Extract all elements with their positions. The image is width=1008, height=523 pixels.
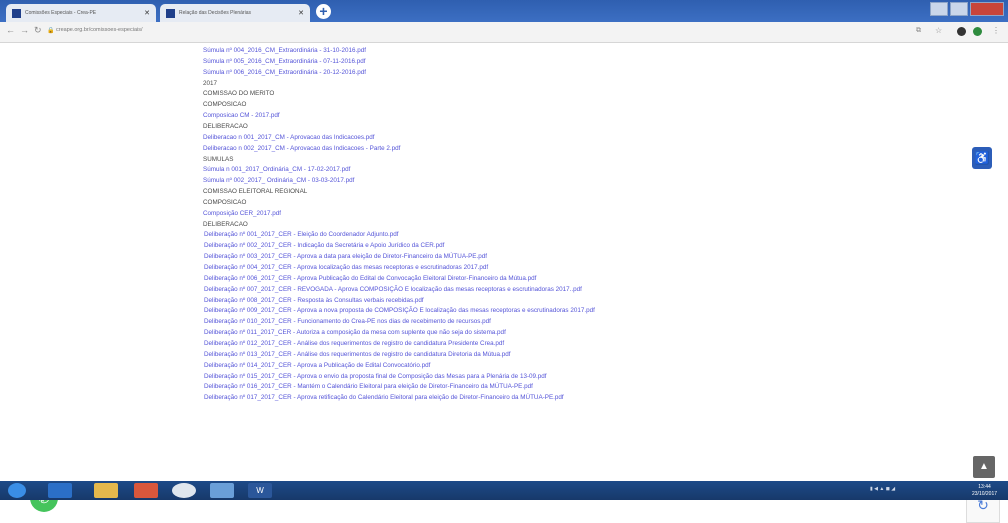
- browser-tab-strip: Comissões Especiais - Crea-PE ✕ Relação …: [0, 0, 1008, 22]
- document-link[interactable]: Deliberação nº 001_2017_CER - Eleição do…: [204, 230, 399, 240]
- document-link[interactable]: Deliberação nº 011_2017_CER - Autoriza a…: [204, 328, 506, 338]
- document-link[interactable]: Deliberacao n 002_2017_CM - Aprovacao da…: [203, 144, 400, 154]
- document-link[interactable]: Deliberação nº 013_2017_CER - Análise do…: [204, 350, 510, 360]
- browser-tab-comissoes[interactable]: Comissões Especiais - Crea-PE ✕: [6, 4, 156, 22]
- media-player-icon[interactable]: [134, 483, 158, 498]
- section-heading: COMPOSICAO: [203, 101, 247, 109]
- url-field[interactable]: creape.org.br/comissoes-especiais/: [56, 27, 143, 33]
- clock-time: 13:44: [978, 484, 991, 490]
- document-link[interactable]: Deliberação nº 008_2017_CER - Resposta à…: [204, 296, 424, 306]
- word-icon[interactable]: W: [248, 483, 272, 498]
- tab-title: Comissões Especiais - Crea-PE: [25, 10, 97, 16]
- section-heading: 2017: [203, 79, 218, 87]
- clock-date: 23/10/2017: [972, 491, 998, 497]
- document-link[interactable]: Deliberação nº 003_2017_CER - Aprova a d…: [204, 252, 487, 262]
- section-heading: DELIBERACAO: [203, 122, 248, 130]
- extension-icon[interactable]: [957, 27, 966, 36]
- chrome-icon[interactable]: [172, 483, 196, 498]
- window-close-button[interactable]: [970, 2, 1004, 16]
- document-link[interactable]: Deliberação nº 002_2017_CER - Indicação …: [204, 241, 444, 251]
- taskbar: W ▮ ◀ ▲ ◼ ◢ 13:44 23/10/2017: [0, 481, 1008, 500]
- document-link[interactable]: Deliberação nº 015_2017_CER - Aprova o e…: [204, 372, 547, 382]
- lock-icon: 🔒: [47, 28, 55, 34]
- minimize-button[interactable]: [930, 2, 948, 16]
- profile-icon[interactable]: [973, 27, 982, 36]
- clock: 13:44 23/10/2017: [972, 484, 997, 498]
- menu-dots-icon[interactable]: ⋮: [992, 26, 1000, 35]
- tab-title: Relação das Decisões Plenárias: [179, 10, 251, 16]
- internet-explorer-icon[interactable]: [48, 483, 72, 498]
- translate-icon[interactable]: ⧉: [916, 27, 921, 35]
- file-explorer-icon[interactable]: [94, 483, 118, 498]
- accessibility-icon[interactable]: ♿: [972, 147, 992, 169]
- document-link[interactable]: Composição CER_2017.pdf: [203, 209, 281, 219]
- start-button[interactable]: [8, 483, 26, 498]
- new-tab-button[interactable]: +: [316, 4, 331, 19]
- close-icon[interactable]: ✕: [144, 9, 150, 17]
- browser-tab-decisoes[interactable]: Relação das Decisões Plenárias ✕: [160, 4, 310, 22]
- document-link[interactable]: Deliberacao n 001_2017_CM - Aprovacao da…: [203, 133, 375, 143]
- document-link[interactable]: Súmula nº 002_2017_ Ordinária_CM - 03-03…: [203, 176, 354, 186]
- bookmark-star-icon[interactable]: ☆: [935, 26, 942, 35]
- document-link[interactable]: Deliberação nº 009_2017_CER - Aprova a n…: [204, 306, 595, 316]
- back-arrow-icon[interactable]: ←: [6, 25, 15, 35]
- document-link[interactable]: Deliberação nº 012_2017_CER - Análise do…: [204, 339, 504, 349]
- document-link[interactable]: Súmula n 001_2017_Ordinária_CM - 17-02-2…: [203, 165, 350, 175]
- close-icon[interactable]: ✕: [298, 9, 304, 17]
- document-link[interactable]: Súmula nº 005_2016_CM_Extraordinária - 0…: [203, 57, 366, 67]
- section-heading: COMISSAO ELEITORAL REGIONAL: [203, 188, 308, 196]
- section-heading: COMISSAO DO MERITO: [203, 90, 275, 98]
- forward-arrow-icon[interactable]: →: [20, 25, 29, 35]
- page-content: Súmula nº 004_2016_CM_Extraordinária - 3…: [0, 43, 1008, 523]
- document-link[interactable]: Deliberação nº 016_2017_CER - Mantém o C…: [204, 382, 533, 392]
- document-link[interactable]: Composicao CM - 2017.pdf: [203, 111, 280, 121]
- crea-favicon-icon: [166, 8, 175, 18]
- document-link[interactable]: Deliberação nº 010_2017_CER - Funcioname…: [204, 317, 491, 327]
- document-link[interactable]: Deliberação nº 007_2017_CER - REVOGADA -…: [204, 285, 582, 295]
- reload-icon[interactable]: ↻: [34, 25, 42, 36]
- document-link[interactable]: Súmula nº 004_2016_CM_Extraordinária - 3…: [203, 46, 366, 56]
- system-tray-icons[interactable]: ▮ ◀ ▲ ◼ ◢: [870, 486, 895, 492]
- scroll-to-top-button[interactable]: ▲: [973, 456, 995, 478]
- address-toolbar: ← → ↻ 🔒 creape.org.br/comissoes-especiai…: [0, 22, 1008, 43]
- document-link[interactable]: Deliberação nº 014_2017_CER - Aprova a P…: [204, 361, 430, 371]
- document-link[interactable]: Deliberação nº 017_2017_CER - Aprova ret…: [204, 393, 564, 403]
- section-heading: SUMULAS: [203, 155, 234, 163]
- section-heading: COMPOSICAO: [203, 198, 247, 206]
- document-link[interactable]: Súmula nº 006_2016_CM_Extraordinária - 2…: [203, 68, 366, 78]
- maximize-button[interactable]: [950, 2, 968, 16]
- document-link[interactable]: Deliberação nº 004_2017_CER - Aprova loc…: [204, 263, 488, 273]
- section-heading: DELIBERACAO: [203, 220, 248, 228]
- crea-favicon-icon: [12, 8, 21, 18]
- document-link[interactable]: Deliberação nº 006_2017_CER - Aprova Pub…: [204, 274, 536, 284]
- folder-icon[interactable]: [210, 483, 234, 498]
